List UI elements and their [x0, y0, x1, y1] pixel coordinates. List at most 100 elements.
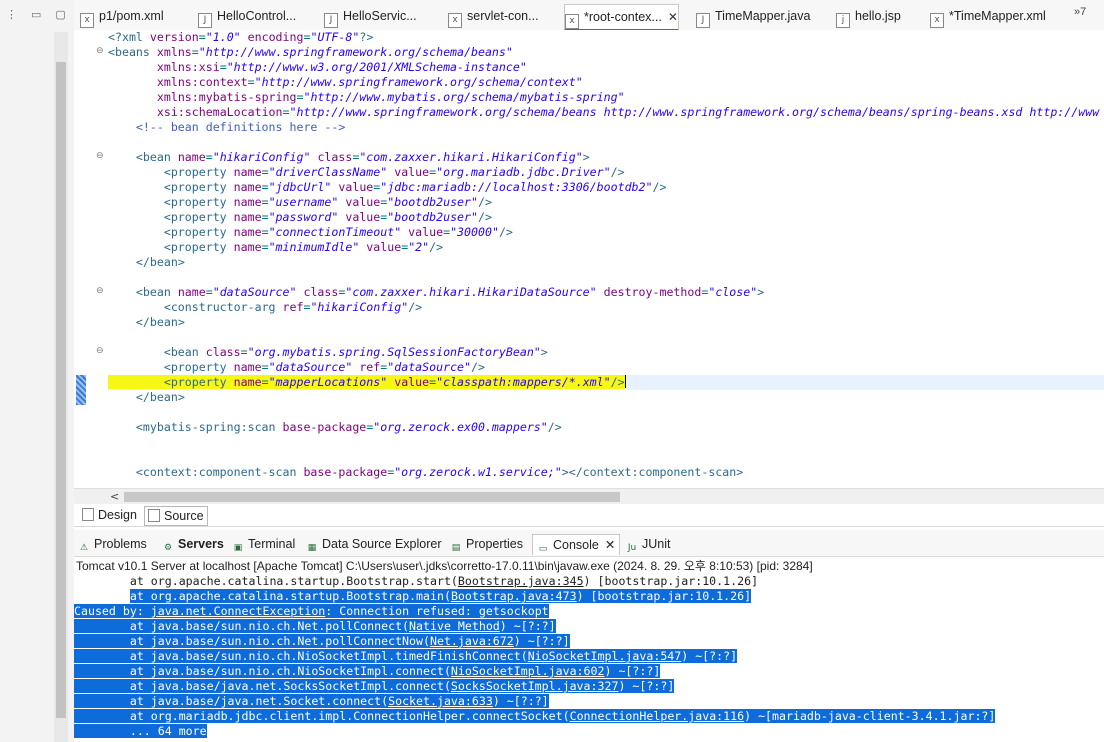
editor-tab[interactable]: J HelloControl...: [198, 4, 296, 28]
panel-tab-label: Servers: [178, 537, 224, 551]
console-line[interactable]: at java.base/java.net.SocksSocketImpl.co…: [74, 679, 1104, 694]
code-line[interactable]: <property name="dataSource" ref="dataSou…: [108, 360, 1104, 375]
code-line[interactable]: [108, 405, 1104, 420]
code-line[interactable]: [108, 330, 1104, 345]
xml-file-icon: x: [565, 14, 579, 29]
code-line[interactable]: </bean>: [108, 390, 1104, 405]
code-line[interactable]: <mybatis-spring:scan base-package="org.z…: [108, 420, 1104, 435]
code-line[interactable]: <beans xmlns="http://www.springframework…: [108, 45, 1104, 60]
tab-source-label: Source: [164, 509, 204, 523]
code-line[interactable]: xmlns:mybatis-spring="http://www.mybatis…: [108, 90, 1104, 105]
editor-tab-label: hello.jsp: [855, 9, 901, 23]
fold-toggle-icon[interactable]: ⊖: [96, 346, 104, 356]
panel-tab[interactable]: ⚠ Problems: [78, 534, 147, 554]
close-icon[interactable]: ✕: [668, 5, 678, 29]
console-line[interactable]: at java.base/java.net.Socket.connect(Soc…: [74, 694, 1104, 709]
code-line[interactable]: <property name="driverClassName" value="…: [108, 165, 1104, 180]
code-line[interactable]: <property name="username" value="bootdb2…: [108, 195, 1104, 210]
terminal-icon: ▣: [233, 543, 243, 553]
editor-tab-label: HelloServic...: [343, 9, 417, 23]
editor-tab-label: p1/pom.xml: [99, 9, 164, 23]
code-line[interactable]: xmlns:context="http://www.springframewor…: [108, 75, 1104, 90]
console-line[interactable]: at java.base/sun.nio.ch.NioSocketImpl.ti…: [74, 649, 1104, 664]
panel-tab[interactable]: Ju JUnit: [626, 534, 671, 554]
code-line[interactable]: <property name="jdbcUrl" value="jdbc:mar…: [108, 180, 1104, 195]
code-line[interactable]: </bean>: [108, 255, 1104, 270]
panel-tab[interactable]: ▤ Properties: [450, 534, 523, 554]
code-area[interactable]: <?xml version="1.0" encoding="UTF-8"?> <b…: [108, 30, 1104, 480]
text-caret: [624, 375, 626, 388]
left-scrollbar-thumb[interactable]: [56, 62, 66, 718]
tab-design-label: Design: [98, 508, 137, 522]
editor-tab[interactable]: J TimeMapper.java: [696, 4, 810, 28]
junit-icon: Ju: [627, 543, 637, 553]
fold-toggle-icon[interactable]: ⊖: [96, 151, 104, 161]
console-line[interactable]: at org.mariadb.jdbc.client.impl.Connecti…: [74, 709, 1104, 724]
code-line[interactable]: <context:component-scan base-package="or…: [108, 465, 1104, 480]
xml-file-icon: x: [80, 13, 94, 28]
console-line[interactable]: ... 64 more: [74, 724, 1104, 739]
bottom-panel: ⚠ Problems ⚙ Servers ▣ Terminal ▦ Data Source E…: [74, 530, 1104, 742]
java-file-icon: J: [198, 13, 212, 28]
code-line[interactable]: <property name="mapperLocations" value="…: [108, 375, 1104, 390]
console-icon: ▭: [538, 544, 548, 554]
close-icon[interactable]: ✕: [605, 537, 615, 552]
code-line[interactable]: <bean name="hikariConfig" class="com.zax…: [108, 150, 1104, 165]
editor-tab[interactable]: x p1/pom.xml: [80, 4, 164, 28]
console-line[interactable]: at org.apache.catalina.startup.Bootstrap…: [74, 589, 1104, 604]
console-line[interactable]: Caused by: java.net.ConnectException: Co…: [74, 604, 1104, 619]
tab-design[interactable]: Design: [82, 506, 137, 524]
xml-editor[interactable]: ⊖ ⊖ ⊖ ⊖ <?xml version="1.0" encoding="UTF-8…: [74, 30, 1104, 488]
panel-tab[interactable]: ▭ Console ✕: [532, 534, 621, 555]
tab-source[interactable]: Source: [144, 506, 208, 526]
change-marker: [76, 375, 86, 405]
jsp-file-icon: j: [836, 13, 850, 28]
panel-tab[interactable]: ▦ Data Source Explorer: [306, 534, 442, 554]
design-icon: [82, 508, 94, 521]
fold-toggle-icon[interactable]: ⊖: [96, 46, 104, 56]
code-line[interactable]: <property name="password" value="bootdb2…: [108, 210, 1104, 225]
editor-tab[interactable]: x *root-contex... ✕: [564, 4, 679, 31]
xml-file-icon: x: [930, 13, 944, 28]
editor-mode-tabs: Design Source: [74, 504, 1104, 527]
scroll-left-icon[interactable]: <: [110, 490, 119, 503]
panel-tab-label: JUnit: [642, 537, 671, 551]
code-line[interactable]: </bean>: [108, 315, 1104, 330]
code-line[interactable]: [108, 270, 1104, 285]
editor-tab-label: servlet-con...: [467, 9, 539, 23]
code-line[interactable]: xmlns:xsi="http://www.w3.org/2001/XMLSch…: [108, 60, 1104, 75]
panel-tab[interactable]: ▣ Terminal: [232, 534, 296, 554]
panel-tab-bar: ⚠ Problems ⚙ Servers ▣ Terminal ▦ Data Source E…: [74, 530, 1104, 557]
editor-tab-label: *TimeMapper.xml: [949, 9, 1046, 23]
editor-tab[interactable]: x servlet-con...: [448, 4, 539, 28]
more-tabs-button[interactable]: »7: [1074, 6, 1086, 18]
console-output[interactable]: at org.apache.catalina.startup.Bootstrap…: [74, 574, 1104, 739]
horizontal-scrollbar-thumb[interactable]: [124, 492, 620, 502]
code-line[interactable]: <bean class="org.mybatis.spring.SqlSessi…: [108, 345, 1104, 360]
editor-tab[interactable]: j hello.jsp: [836, 4, 901, 28]
java-file-icon: J: [324, 13, 338, 28]
panel-tab-label: Properties: [466, 537, 523, 551]
console-line[interactable]: at java.base/sun.nio.ch.Net.pollConnectN…: [74, 634, 1104, 649]
view-menu-icon[interactable]: ⋮▭▢: [6, 8, 80, 21]
editor-tab[interactable]: J HelloServic...: [324, 4, 417, 28]
console-line[interactable]: at java.base/sun.nio.ch.Net.pollConnect(…: [74, 619, 1104, 634]
editor-horizontal-scrollbar[interactable]: <: [74, 488, 1104, 505]
problems-icon: ⚠: [79, 543, 89, 553]
code-line[interactable]: <!-- bean definitions here -->: [108, 120, 1104, 135]
code-line[interactable]: [108, 435, 1104, 450]
code-line[interactable]: xsi:schemaLocation="http://www.springfra…: [108, 105, 1104, 120]
code-line[interactable]: <property name="minimumIdle" value="2"/>: [108, 240, 1104, 255]
code-line[interactable]: <constructor-arg ref="hikariConfig"/>: [108, 300, 1104, 315]
code-line[interactable]: [108, 450, 1104, 465]
code-line[interactable]: [108, 135, 1104, 150]
panel-tab[interactable]: ⚙ Servers: [162, 534, 224, 554]
code-line[interactable]: <property name="connectionTimeout" value…: [108, 225, 1104, 240]
code-line[interactable]: <bean name="dataSource" class="com.zaxxe…: [108, 285, 1104, 300]
console-line[interactable]: at org.apache.catalina.startup.Bootstrap…: [74, 574, 1104, 589]
xml-file-icon: x: [448, 13, 462, 28]
console-line[interactable]: at java.base/sun.nio.ch.NioSocketImpl.co…: [74, 664, 1104, 679]
editor-tab[interactable]: x *TimeMapper.xml: [930, 4, 1046, 28]
fold-toggle-icon[interactable]: ⊖: [96, 286, 104, 296]
code-line[interactable]: <?xml version="1.0" encoding="UTF-8"?>: [108, 30, 1104, 45]
